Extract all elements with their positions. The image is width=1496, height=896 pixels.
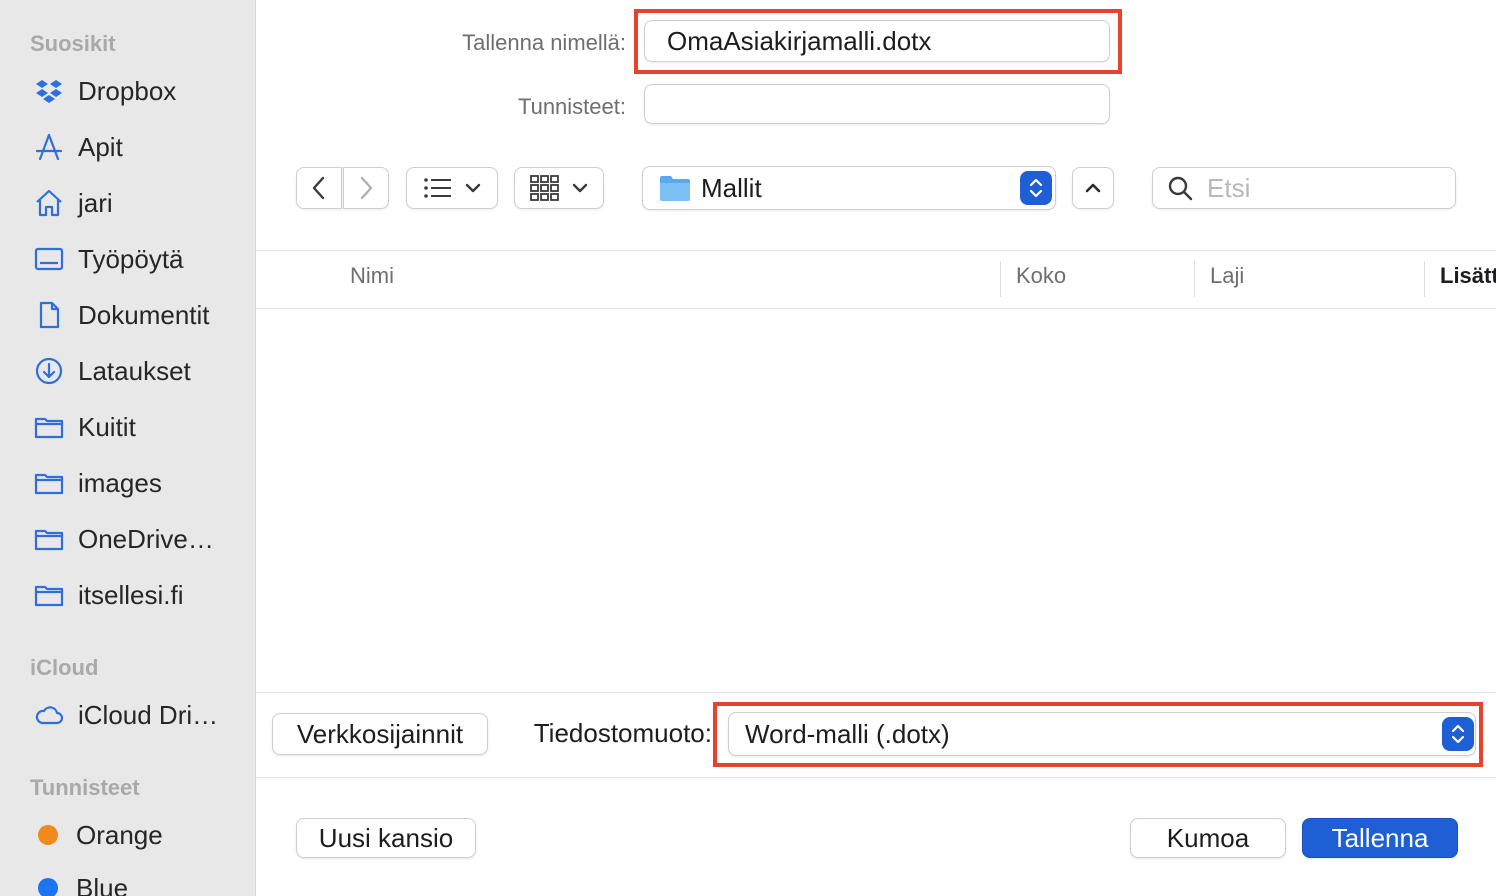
cancel-button[interactable]: Kumoa [1130,818,1286,858]
sidebar-item-label: jari [78,187,113,218]
sidebar-item-tag-blue[interactable]: Blue [32,868,252,896]
search-box [1152,167,1456,209]
sidebar-item-apit[interactable]: Apit [32,127,252,167]
folder-icon [32,466,66,500]
sidebar-item-label: Dropbox [78,75,177,106]
parent-folder-button[interactable] [1072,167,1114,209]
folder-icon [660,176,690,201]
sidebar-item-itsellesi[interactable]: itsellesi.fi [32,575,252,615]
sidebar-item-icloud-drive[interactable]: iCloud Dri… [32,695,252,735]
sidebar-item-lataukset[interactable]: Lataukset [32,351,252,391]
sidebar-item-label: OneDrive… [78,523,214,554]
sidebar: Suosikit Dropbox Apit jari Työpöytä Doku… [0,0,256,896]
sidebar-item-onedrive[interactable]: OneDrive… [32,519,252,559]
sidebar-item-label: iCloud Dri… [78,699,219,730]
sidebar-item-jari[interactable]: jari [32,183,252,223]
header-divider [256,308,1496,309]
download-icon [32,354,66,388]
sidebar-section-tags: Tunnisteet [30,775,140,800]
sidebar-item-dokumentit[interactable]: Dokumentit [32,295,252,335]
dropbox-icon [32,74,66,108]
sidebar-item-kuitit[interactable]: Kuitit [32,407,252,447]
sidebar-item-label: itsellesi.fi [78,579,184,610]
column-header-kind[interactable]: Laji [1210,263,1244,289]
save-as-highlight-box [634,9,1122,74]
column-separator [1424,261,1425,297]
folder-icon [32,578,66,612]
list-icon [424,178,451,198]
file-format-label: Tiedostomuoto: [533,718,712,748]
grid-view-button[interactable] [514,167,604,209]
sidebar-item-label: Kuitit [78,411,136,442]
column-header-name[interactable]: Nimi [350,263,394,289]
sidebar-section-icloud: iCloud [30,655,99,680]
blue-tag-dot-icon [38,878,58,896]
desktop-icon [32,242,66,276]
save-as-label: Tallenna nimellä: [462,30,626,55]
chevron-down-icon [572,183,588,193]
applications-icon [32,130,66,164]
search-input[interactable] [1207,172,1427,204]
file-list: Nimi Koko Laji Lisätt [256,250,1496,692]
sidebar-item-tyopoyta[interactable]: Työpöytä [32,239,252,279]
network-locations-button[interactable]: Verkkosijainnit [272,713,488,755]
column-header-size[interactable]: Koko [1016,263,1066,289]
folder-icon [32,522,66,556]
grid-icon [530,175,559,201]
sidebar-item-label: Orange [76,819,163,850]
location-stepper-icon [1020,171,1052,205]
sidebar-item-label: Lataukset [78,355,191,386]
chevron-down-icon [465,183,481,193]
tags-label: Tunnisteet: [517,94,626,119]
document-icon [32,298,66,332]
cloud-icon [32,698,66,732]
save-button[interactable]: Tallenna [1302,818,1458,858]
tags-field[interactable] [644,84,1110,124]
sidebar-item-label: Työpöytä [78,243,184,274]
sidebar-item-images[interactable]: images [32,463,252,503]
column-header-date-added[interactable]: Lisätt [1440,263,1496,289]
orange-tag-dot-icon [38,825,58,845]
search-icon [1168,176,1193,201]
list-view-button[interactable] [406,167,498,209]
column-separator [1194,261,1195,297]
back-button[interactable] [296,167,342,209]
location-popup[interactable]: Mallit [642,166,1056,210]
sidebar-item-label: Blue [76,872,129,896]
chevron-left-icon [312,176,325,200]
chevron-up-icon [1085,183,1101,193]
forward-button[interactable] [343,167,389,209]
sidebar-section-favorites: Suosikit [30,31,116,56]
sidebar-item-label: Dokumentit [78,299,210,330]
sidebar-item-tag-orange[interactable]: Orange [32,815,252,855]
chevron-right-icon [360,176,373,200]
location-label: Mallit [701,172,762,203]
file-format-highlight-box [713,702,1483,767]
sidebar-item-label: Apit [78,131,123,162]
column-separator [1000,261,1001,297]
sidebar-item-label: images [78,467,162,498]
home-icon [32,186,66,220]
folder-icon [32,410,66,444]
new-folder-button[interactable]: Uusi kansio [296,818,476,858]
sidebar-item-dropbox[interactable]: Dropbox [32,71,252,111]
